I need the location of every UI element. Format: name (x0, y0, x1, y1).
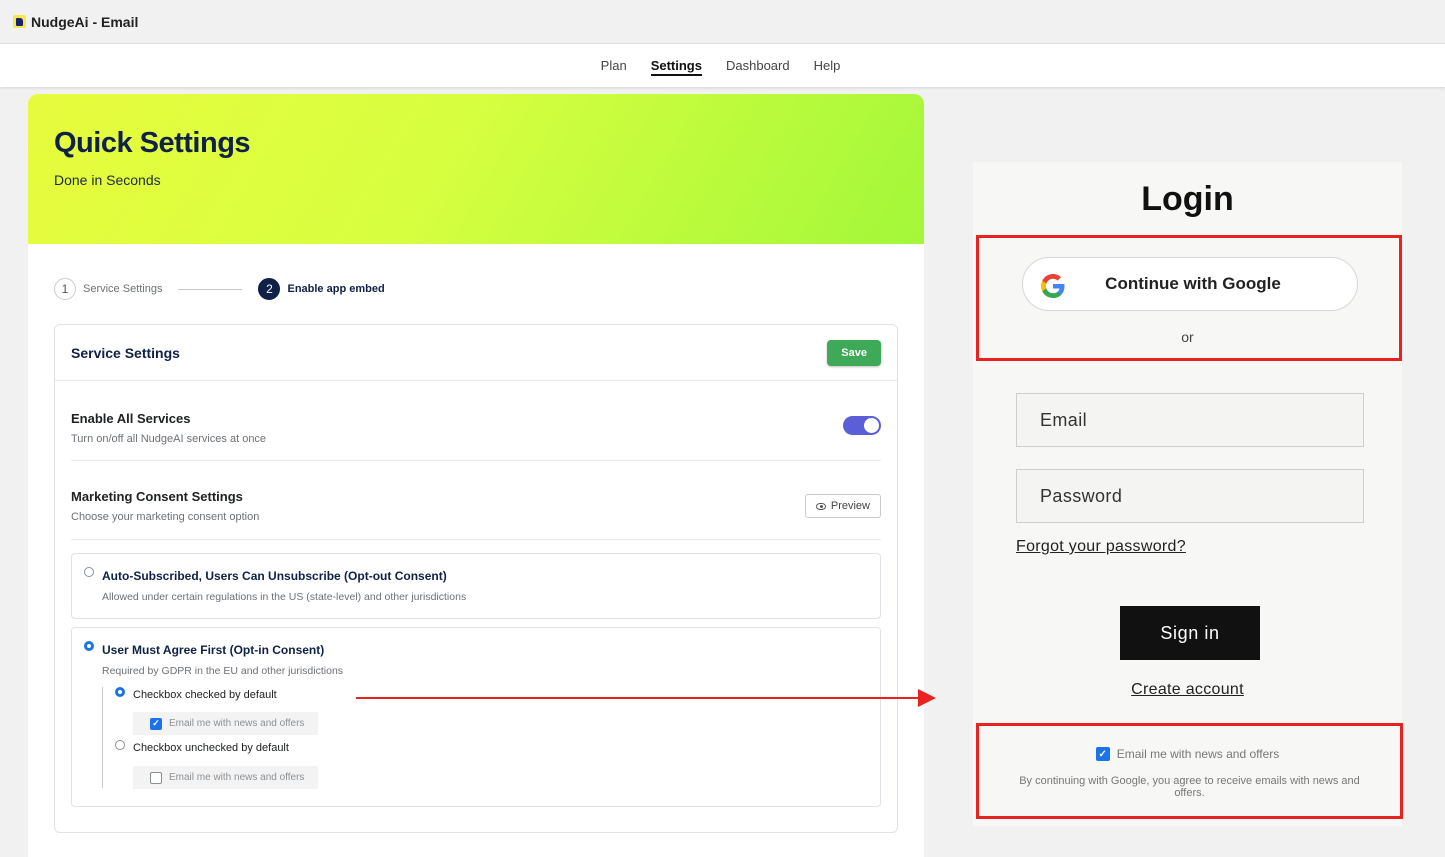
consent-checkbox-row[interactable]: ✓ Email me with news and offers (973, 747, 1402, 761)
enable-all-title: Enable All Services (71, 411, 191, 426)
service-settings-card: Service Settings Save Enable All Service… (54, 324, 898, 833)
preview-label: Preview (830, 500, 870, 512)
divider (71, 460, 881, 461)
settings-panel: Quick Settings Done in Seconds 1 Service… (28, 94, 924, 857)
step-2-label[interactable]: Enable app embed (287, 283, 384, 295)
save-button[interactable]: Save (827, 339, 881, 366)
unchecked-default-label: Checkbox unchecked by default (133, 742, 289, 754)
opt-out-title: Auto-Subscribed, Users Can Unsubscribe (… (102, 569, 447, 583)
enable-all-toggle[interactable] (843, 416, 881, 435)
forgot-password-link[interactable]: Forgot your password? (1016, 538, 1186, 556)
preview-checkbox-checked: ✓ (150, 717, 162, 730)
preview-checkbox-text: Email me with news and offers (169, 772, 305, 783)
nav-plan[interactable]: Plan (601, 56, 627, 76)
app-logo-icon (13, 15, 26, 28)
login-title: Login (1141, 180, 1234, 218)
opt-in-radio[interactable] (84, 641, 94, 651)
top-navigation: Plan Settings Dashboard Help (0, 44, 1445, 87)
step-1-label[interactable]: Service Settings (83, 283, 162, 295)
marketing-description: Choose your marketing consent option (71, 511, 260, 523)
preview-checkbox-unchecked (150, 771, 162, 784)
toggle-knob (864, 418, 879, 433)
google-icon (1041, 274, 1065, 303)
hero-banner: Quick Settings Done in Seconds (28, 94, 924, 244)
checked-default-preview: ✓ Email me with news and offers (133, 712, 319, 735)
opt-out-option[interactable]: Auto-Subscribed, Users Can Unsubscribe (… (71, 553, 881, 619)
checked-default-label: Checkbox checked by default (133, 689, 277, 701)
opt-in-description: Required by GDPR in the EU and other jur… (102, 665, 344, 677)
enable-all-row: Enable All Services Turn on/off all Nudg… (71, 411, 881, 445)
step-1-number[interactable]: 1 (54, 278, 76, 300)
preview-button[interactable]: Preview (804, 494, 881, 518)
page-subtitle: Done in Seconds (54, 172, 161, 188)
stepper: 1 Service Settings 2 Enable app embed (54, 278, 385, 300)
annotation-arrow-line (356, 697, 922, 699)
marketing-title: Marketing Consent Settings (71, 489, 243, 504)
consent-note: By continuing with Google, you agree to … (1019, 775, 1360, 799)
email-field[interactable]: Email (1016, 393, 1364, 447)
sign-in-button[interactable]: Sign in (1120, 606, 1260, 660)
password-field[interactable]: Password (1016, 469, 1364, 523)
eye-icon (815, 502, 826, 510)
sub-option-indent-bar (102, 687, 103, 788)
opt-in-option[interactable]: User Must Agree First (Opt-in Consent) R… (71, 627, 881, 807)
checked-default-radio[interactable] (115, 687, 125, 697)
annotation-highlight-consent (976, 723, 1403, 819)
unchecked-default-preview: Email me with news and offers (133, 766, 319, 789)
nav-help[interactable]: Help (814, 56, 841, 76)
opt-in-title: User Must Agree First (Opt-in Consent) (102, 643, 325, 657)
opt-out-radio[interactable] (84, 567, 94, 577)
opt-out-description: Allowed under certain regulations in the… (102, 591, 467, 603)
enable-all-description: Turn on/off all NudgeAI services at once (71, 433, 267, 445)
consent-checkbox[interactable]: ✓ (1095, 747, 1110, 761)
window-title: NudgeAi - Email (31, 13, 139, 30)
window-titlebar: NudgeAi - Email (0, 0, 1445, 44)
continue-with-google-label: Continue with Google (1105, 274, 1281, 293)
unchecked-default-radio[interactable] (115, 740, 125, 750)
step-connector (178, 288, 243, 290)
continue-with-google-button[interactable]: Continue with Google (1022, 257, 1358, 311)
consent-checkbox-label: Email me with news and offers (1116, 747, 1280, 761)
annotation-arrow-head (918, 689, 936, 707)
card-title: Service Settings (71, 344, 180, 361)
login-preview: Login Continue with Google or Email Pass… (973, 162, 1403, 826)
card-header: Service Settings Save (55, 325, 897, 381)
or-separator: or (1181, 329, 1194, 345)
marketing-consent-row: Marketing Consent Settings Choose your m… (71, 489, 881, 523)
create-account-link[interactable]: Create account (973, 681, 1402, 699)
divider (71, 539, 881, 540)
nav-dashboard[interactable]: Dashboard (726, 56, 790, 76)
page-title: Quick Settings (54, 127, 251, 159)
nav-settings[interactable]: Settings (650, 56, 702, 76)
preview-checkbox-text: Email me with news and offers (169, 718, 305, 729)
step-2-number[interactable]: 2 (258, 278, 281, 300)
